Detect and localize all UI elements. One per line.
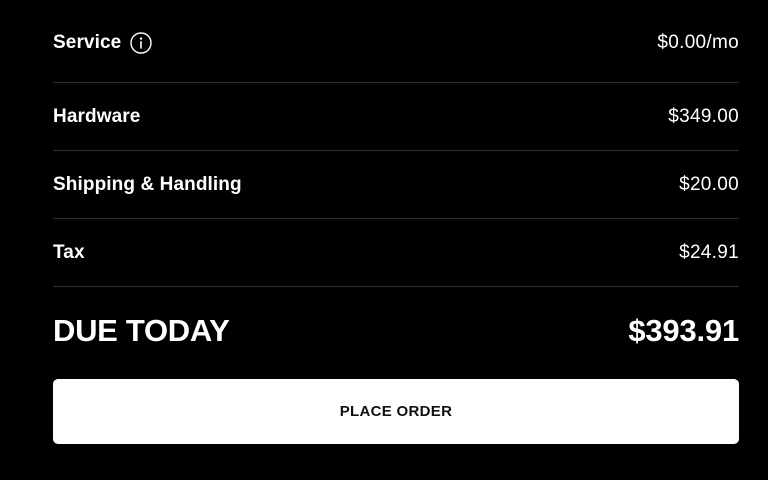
line-item-label-group: Service <box>53 32 153 54</box>
line-item-label: Hardware <box>53 105 141 127</box>
line-item-amount: $0.00/mo <box>657 32 739 53</box>
info-icon[interactable] <box>130 32 153 54</box>
line-item-label: Service <box>53 32 122 53</box>
total-amount: $393.91 <box>628 313 739 348</box>
line-item-shipping: Shipping & Handling $20.00 <box>53 151 739 219</box>
place-order-button[interactable]: PLACE ORDER <box>53 379 739 444</box>
line-item-amount: $20.00 <box>679 173 739 195</box>
total-row: DUE TODAY $393.91 <box>53 287 739 375</box>
line-item-amount: $24.91 <box>679 241 739 263</box>
line-item-tax: Tax $24.91 <box>53 219 739 287</box>
line-item-label: Shipping & Handling <box>53 173 242 195</box>
line-item-amount: $349.00 <box>668 105 739 127</box>
total-label: DUE TODAY <box>53 313 230 348</box>
line-item-hardware: Hardware $349.00 <box>53 83 739 151</box>
order-summary: Service $0.00/mo Hardware $349.00 Shippi… <box>53 0 739 375</box>
line-item-service: Service $0.00/mo <box>53 0 739 83</box>
line-item-label: Tax <box>53 241 85 263</box>
